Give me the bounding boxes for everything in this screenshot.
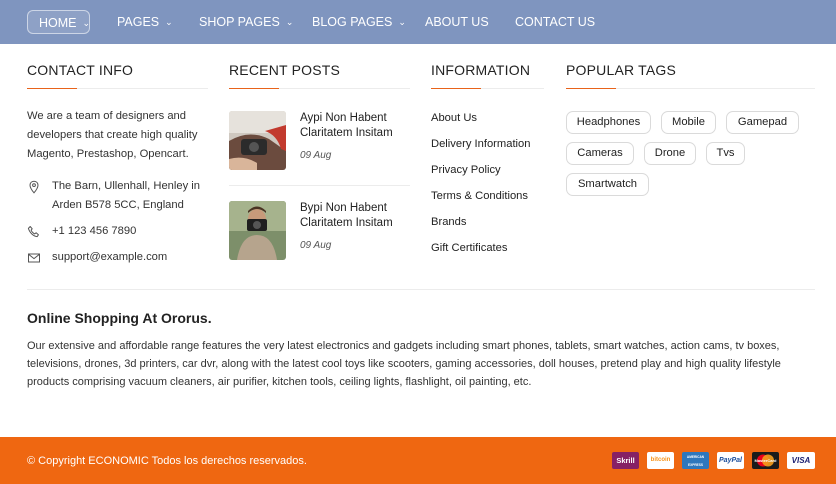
location-pin-icon	[29, 180, 39, 194]
popular-tags-title: POPULAR TAGS	[566, 62, 677, 78]
nav-shop-pages[interactable]: SHOP PAGES ⌄	[199, 10, 293, 34]
contact-intro-line: We are a team of designers and	[27, 110, 186, 122]
post-title-line[interactable]: Aypi Non Habent	[300, 111, 387, 126]
visa-payment-icon: VISA	[787, 452, 815, 469]
info-link-brands[interactable]: Brands	[431, 216, 466, 228]
title-underline	[431, 88, 481, 89]
nav-contact-us[interactable]: CONTACT US	[515, 10, 595, 34]
bitcoin-payment-icon: bitcoin	[647, 452, 674, 469]
info-link-gift-certificates[interactable]: Gift Certificates	[431, 242, 507, 254]
contact-intro-line: Magento, Prestashop, Opencart.	[27, 148, 189, 160]
post-title-line[interactable]: Bypi Non Habent	[300, 201, 387, 216]
contact-address-line: Arden B578 5CC, England	[52, 199, 184, 211]
info-link-privacy-policy[interactable]: Privacy Policy	[431, 164, 501, 176]
post-title-line[interactable]: Claritatem Insitam	[300, 126, 393, 141]
chevron-down-icon: ⌄	[398, 17, 406, 27]
skrill-payment-icon: Skrill	[612, 452, 639, 469]
nav-pages-label: PAGES	[117, 15, 160, 29]
tag-tvs[interactable]: Tvs	[706, 142, 745, 165]
contact-address-line: The Barn, Ullenhall, Henley in	[52, 180, 200, 192]
nav-blog-pages-label: BLOG PAGES	[312, 15, 393, 29]
post-title-line[interactable]: Claritatem Insitam	[300, 216, 393, 231]
mastercard-payment-icon: MasterCard	[752, 452, 779, 469]
contact-intro-line: developers that create high quality	[27, 129, 198, 141]
recent-posts-title: RECENT POSTS	[229, 62, 341, 78]
tag-drone[interactable]: Drone	[644, 142, 696, 165]
post-thumbnail[interactable]	[229, 111, 286, 170]
post-date: 09 Aug	[300, 150, 332, 161]
copyright-text: © Copyright ECONOMIC Todos los derechos …	[27, 455, 307, 467]
divider	[229, 185, 410, 186]
post-image	[229, 111, 286, 170]
nav-pages[interactable]: PAGES ⌄	[117, 10, 173, 34]
contact-info-title: CONTACT INFO	[27, 62, 134, 78]
main-navigation: HOME ⌄ PAGES ⌄ SHOP PAGES ⌄ BLOG PAGES ⌄ ABO…	[0, 0, 836, 44]
tag-smartwatch[interactable]: Smartwatch	[566, 173, 649, 196]
post-date: 09 Aug	[300, 240, 332, 251]
tag-cameras[interactable]: Cameras	[566, 142, 634, 165]
divider	[27, 289, 815, 290]
title-underline	[229, 88, 279, 89]
post-image	[229, 201, 286, 260]
mastercard-label: MasterCard	[754, 458, 777, 463]
paypal-payment-icon: PayPal	[717, 452, 744, 469]
title-underline	[566, 88, 616, 89]
tag-gamepad[interactable]: Gamepad	[726, 111, 799, 134]
nav-shop-pages-label: SHOP PAGES	[199, 15, 280, 29]
tag-mobile[interactable]: Mobile	[661, 111, 716, 134]
about-text-line: products comprising vacuum cleaners, air…	[27, 376, 532, 388]
information-title: INFORMATION	[431, 62, 531, 78]
envelope-icon	[28, 253, 40, 263]
about-text-line: televisions, drones, 3d printers, car dv…	[27, 358, 781, 370]
about-title: Online Shopping At Ororus.	[27, 310, 212, 326]
chevron-down-icon: ⌄	[285, 17, 294, 27]
info-link-about-us[interactable]: About Us	[431, 112, 477, 124]
nav-about-us-label: ABOUT US	[425, 15, 489, 29]
post-thumbnail[interactable]	[229, 201, 286, 260]
nav-contact-us-label: CONTACT US	[515, 15, 596, 29]
chevron-down-icon: ⌄	[165, 17, 173, 27]
info-link-delivery-information[interactable]: Delivery Information	[431, 138, 530, 150]
phone-icon	[27, 226, 39, 238]
nav-blog-pages[interactable]: BLOG PAGES ⌄	[312, 10, 406, 34]
info-link-terms-conditions[interactable]: Terms & Conditions	[431, 190, 528, 202]
tag-headphones[interactable]: Headphones	[566, 111, 651, 134]
american-express-payment-icon: AMERICAN EXPRESS	[682, 452, 709, 469]
about-text-line: Our extensive and affordable range featu…	[27, 340, 780, 352]
nav-about-us[interactable]: ABOUT US	[425, 10, 489, 34]
nav-home-label: HOME	[39, 16, 77, 30]
contact-phone[interactable]: +1 123 456 7890	[52, 222, 136, 241]
title-underline	[27, 88, 77, 89]
chevron-down-icon: ⌄	[82, 18, 91, 28]
contact-email[interactable]: support@example.com	[52, 248, 167, 267]
nav-home[interactable]: HOME ⌄	[27, 10, 90, 34]
